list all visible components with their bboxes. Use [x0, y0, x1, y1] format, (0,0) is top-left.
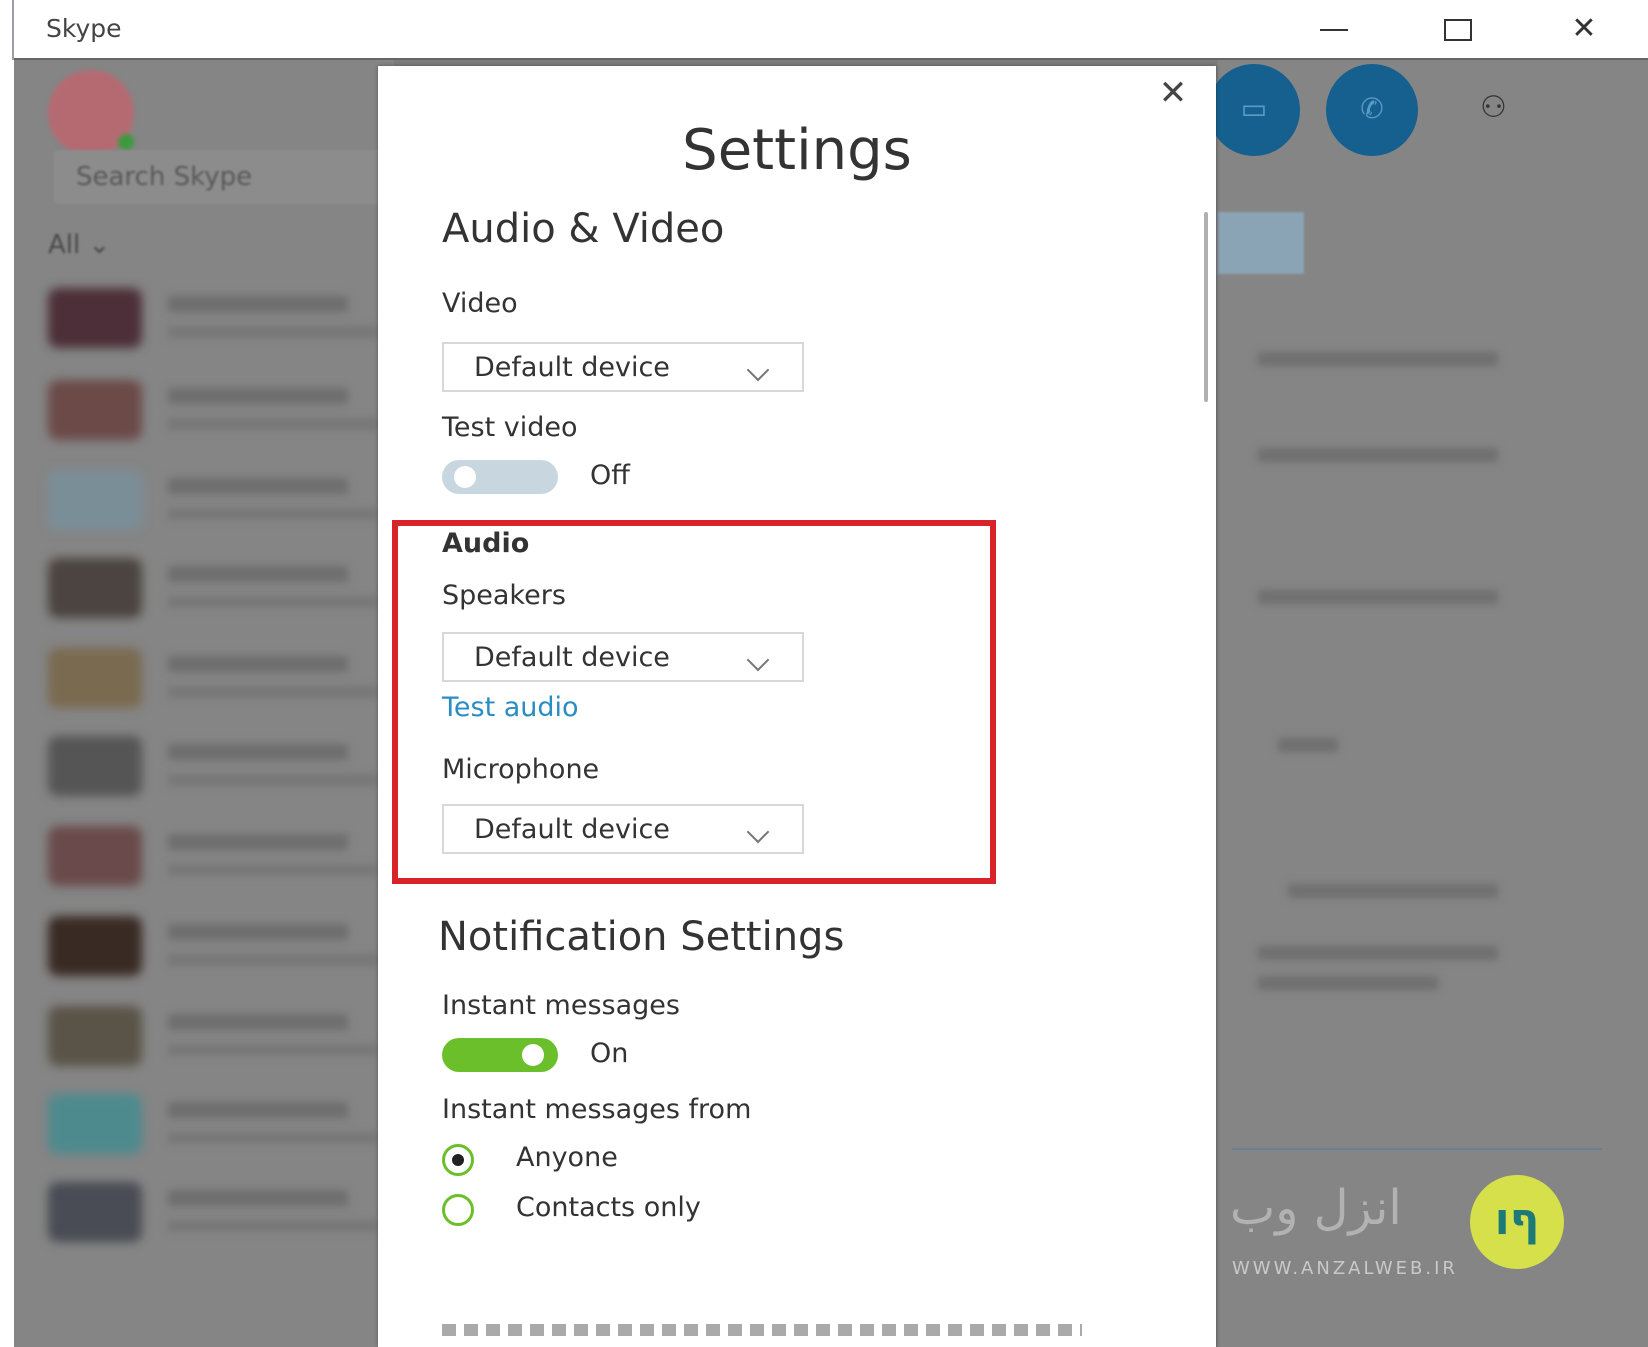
video-device-select[interactable]: Default device — [442, 342, 804, 392]
list-item[interactable] — [48, 648, 388, 708]
instant-messages-toggle[interactable] — [442, 1038, 558, 1072]
radio-anyone[interactable] — [442, 1144, 474, 1176]
test-video-label: Test video — [442, 412, 578, 443]
presence-icon — [118, 134, 134, 150]
chevron-down-icon — [746, 820, 770, 844]
radio-contacts-only-label[interactable]: Contacts only — [516, 1192, 701, 1223]
list-item[interactable] — [48, 736, 388, 796]
watermark-logo: ףו — [1470, 1175, 1564, 1269]
watermark-brand: انزل وب — [1230, 1180, 1402, 1236]
microphone-device-select[interactable]: Default device — [442, 804, 804, 854]
minimize-button[interactable] — [1304, 4, 1364, 54]
minimize-icon — [1320, 28, 1348, 31]
speakers-device-value: Default device — [474, 642, 670, 673]
radio-contacts-only[interactable] — [442, 1194, 474, 1226]
microphone-label: Microphone — [442, 754, 600, 785]
audio-call-button[interactable]: ✆ — [1326, 64, 1418, 156]
close-window-button[interactable]: ✕ — [1554, 4, 1614, 54]
page-title: Settings — [682, 118, 912, 183]
video-label: Video — [442, 288, 518, 319]
test-audio-link[interactable]: Test audio — [442, 692, 579, 723]
video-icon: ▭ — [1240, 92, 1268, 125]
status-badge — [1218, 212, 1304, 274]
list-item[interactable] — [48, 558, 388, 618]
search-placeholder: Search Skype — [76, 162, 253, 192]
contacts-pane: Search Skype All ⌄ — [14, 60, 394, 1347]
chevron-down-icon — [746, 358, 770, 382]
window-title: Skype — [46, 14, 122, 43]
toggle-knob — [454, 466, 476, 488]
maximize-icon — [1444, 18, 1472, 41]
audio-heading: Audio — [442, 528, 530, 559]
speakers-label: Speakers — [442, 580, 566, 611]
instant-messages-state: On — [590, 1038, 629, 1069]
test-video-toggle[interactable] — [442, 460, 558, 494]
window-left-edge — [0, 0, 14, 1347]
list-item[interactable] — [48, 1182, 388, 1242]
audio-video-heading: Audio & Video — [442, 206, 725, 252]
microphone-device-value: Default device — [474, 814, 670, 845]
radio-anyone-label[interactable]: Anyone — [516, 1142, 618, 1173]
search-input[interactable]: Search Skype — [54, 150, 384, 204]
list-item[interactable] — [48, 470, 388, 530]
list-item[interactable] — [48, 1094, 388, 1154]
scrollbar[interactable] — [1204, 212, 1208, 402]
title-bar: Skype ✕ — [14, 0, 1648, 60]
watermark-url: WWW.ANZALWEB.IR — [1232, 1258, 1458, 1279]
instant-messages-label: Instant messages — [442, 990, 680, 1021]
instant-messages-from-label: Instant messages from — [442, 1094, 752, 1125]
list-item[interactable] — [48, 288, 388, 348]
list-item[interactable] — [48, 380, 388, 440]
close-dialog-button[interactable]: ✕ — [1156, 76, 1190, 112]
cut-off-text-row — [442, 1324, 1082, 1336]
video-call-button[interactable]: ▭ — [1208, 64, 1300, 156]
add-contact-icon[interactable]: ⚇ — [1480, 90, 1507, 125]
filter-dropdown[interactable]: All ⌄ — [48, 230, 110, 260]
settings-dialog: ✕ Settings Audio & Video Video Default d… — [378, 66, 1216, 1347]
avatar[interactable] — [48, 70, 134, 156]
list-item[interactable] — [48, 916, 388, 976]
chevron-down-icon — [746, 648, 770, 672]
phone-icon: ✆ — [1360, 92, 1384, 125]
list-item[interactable] — [48, 826, 388, 886]
test-video-state: Off — [590, 460, 630, 491]
list-item[interactable] — [48, 1006, 388, 1066]
maximize-button[interactable] — [1428, 4, 1488, 54]
video-device-value: Default device — [474, 352, 670, 383]
toggle-knob — [522, 1044, 544, 1066]
speakers-device-select[interactable]: Default device — [442, 632, 804, 682]
notification-settings-heading: Notification Settings — [438, 914, 845, 960]
close-icon: ✕ — [1571, 11, 1597, 46]
